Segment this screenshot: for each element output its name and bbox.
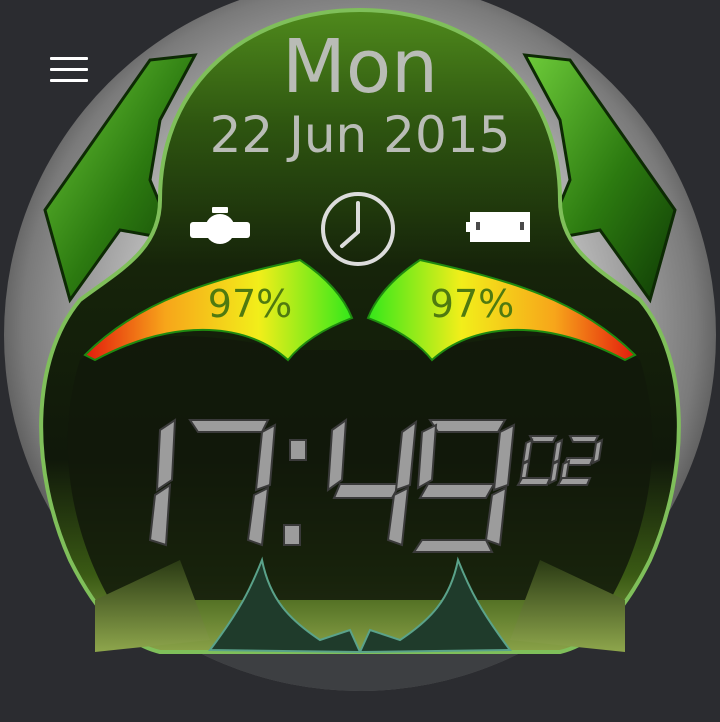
- date-label: 22 Jun 2015: [209, 106, 511, 164]
- phone-battery-icon: [466, 212, 530, 242]
- app-screen: Mon 22 Jun 2015 97% 97%: [0, 0, 720, 722]
- hamburger-menu-icon[interactable]: [48, 55, 90, 85]
- phone-battery-percent: 97%: [429, 282, 515, 326]
- watch-battery-percent: 97%: [207, 282, 293, 326]
- day-label: Mon: [281, 24, 439, 110]
